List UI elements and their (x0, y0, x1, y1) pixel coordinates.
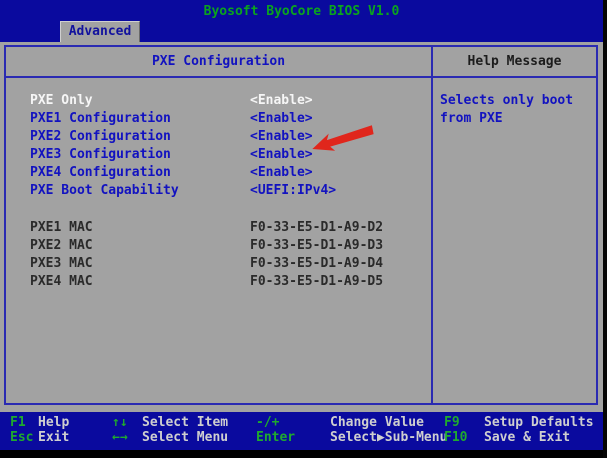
help-title: Help Message (433, 47, 596, 76)
option-value: <UEFI:IPv4> (250, 182, 336, 200)
mac-row-pxe3: PXE3 MAC F0-33-E5-D1-A9-D4 (6, 255, 431, 273)
mac-row-pxe4: PXE4 MAC F0-33-E5-D1-A9-D5 (6, 273, 431, 291)
hotkey-action: Change Value (330, 416, 424, 430)
mac-row-pxe1: PXE1 MAC F0-33-E5-D1-A9-D2 (6, 219, 431, 237)
main-area: PXE Configuration Help Message PXE Only … (0, 42, 603, 412)
panel-header: PXE Configuration Help Message (6, 47, 596, 78)
bios-screen: Byosoft ByoCore BIOS V1.0 Advanced PXE C… (0, 0, 607, 458)
help-column: Selects only boot from PXE (433, 80, 596, 403)
mac-label: PXE3 MAC (30, 255, 93, 273)
right-black-edge (603, 0, 607, 458)
bios-title: Byosoft ByoCore BIOS V1.0 (0, 4, 603, 19)
hotkey-change-value: -/+ Change Value (256, 416, 424, 430)
option-pxe-boot-capability[interactable]: PXE Boot Capability <UEFI:IPv4> (6, 182, 431, 200)
key-esc: Esc (10, 431, 38, 445)
hotkey-select-item: ↑↓ Select Item (112, 416, 228, 430)
key-enter: Enter (256, 431, 330, 445)
key-f1: F1 (10, 416, 38, 430)
hotkey-bar: F1 Help ↑↓ Select Item -/+ Change Value … (0, 412, 603, 450)
option-value: <Enable> (250, 146, 313, 164)
option-label: PXE2 Configuration (30, 128, 171, 146)
title-bar: Byosoft ByoCore BIOS V1.0 Advanced (0, 0, 603, 42)
option-label: PXE1 Configuration (30, 110, 171, 128)
hotkey-action: Select Item (142, 416, 228, 430)
hotkey-action: Setup Defaults (484, 416, 594, 430)
key-f9: F9 (444, 416, 484, 430)
hotkey-action: Help (38, 416, 69, 430)
hotkey-row-1: F1 Help ↑↓ Select Item -/+ Change Value … (0, 416, 603, 430)
tab-advanced[interactable]: Advanced (60, 21, 140, 42)
mac-value: F0-33-E5-D1-A9-D5 (250, 273, 383, 291)
option-value: <Enable> (250, 110, 313, 128)
hotkey-help: F1 Help (10, 416, 69, 430)
updown-arrows-icon: ↑↓ (112, 416, 142, 430)
help-message: Selects only boot from PXE (440, 92, 596, 128)
option-value: <Enable> (250, 92, 313, 110)
hotkey-setup-defaults: F9 Setup Defaults (444, 416, 594, 430)
hotkey-save-exit: F10 Save & Exit (444, 431, 570, 445)
mac-label: PXE1 MAC (30, 219, 93, 237)
mac-list: PXE1 MAC F0-33-E5-D1-A9-D2 PXE2 MAC F0-3… (6, 219, 431, 291)
option-pxe3-config[interactable]: PXE3 Configuration <Enable> (6, 146, 431, 164)
option-label: PXE Boot Capability (30, 182, 179, 200)
option-value: <Enable> (250, 164, 313, 182)
key-minus-plus: -/+ (256, 416, 330, 430)
hotkey-action: Save & Exit (484, 431, 570, 445)
option-value: <Enable> (250, 128, 313, 146)
hotkey-action: Select▶Sub-Menu (330, 431, 447, 445)
option-pxe4-config[interactable]: PXE4 Configuration <Enable> (6, 164, 431, 182)
option-label: PXE Only (30, 92, 93, 110)
panel-box: PXE Configuration Help Message PXE Only … (4, 45, 598, 405)
option-pxe-only[interactable]: PXE Only <Enable> (6, 92, 431, 110)
mac-row-pxe2: PXE2 MAC F0-33-E5-D1-A9-D3 (6, 237, 431, 255)
hotkey-action: Select Menu (142, 431, 228, 445)
mac-value: F0-33-E5-D1-A9-D2 (250, 219, 383, 237)
hotkey-row-2: Esc Exit ←→ Select Menu Enter Select▶Sub… (0, 431, 603, 445)
leftright-arrows-icon: ←→ (112, 431, 142, 445)
hotkey-select-submenu: Enter Select▶Sub-Menu (256, 431, 447, 445)
hotkey-select-menu: ←→ Select Menu (112, 431, 228, 445)
mac-label: PXE4 MAC (30, 273, 93, 291)
option-label: PXE4 Configuration (30, 164, 171, 182)
page-title: PXE Configuration (6, 47, 431, 76)
mac-value: F0-33-E5-D1-A9-D4 (250, 255, 383, 273)
mac-label: PXE2 MAC (30, 237, 93, 255)
mac-value: F0-33-E5-D1-A9-D3 (250, 237, 383, 255)
hotkey-action: Exit (38, 431, 69, 445)
option-label: PXE3 Configuration (30, 146, 171, 164)
key-f10: F10 (444, 431, 484, 445)
bottom-black-strip (0, 450, 607, 458)
hotkey-exit: Esc Exit (10, 431, 69, 445)
